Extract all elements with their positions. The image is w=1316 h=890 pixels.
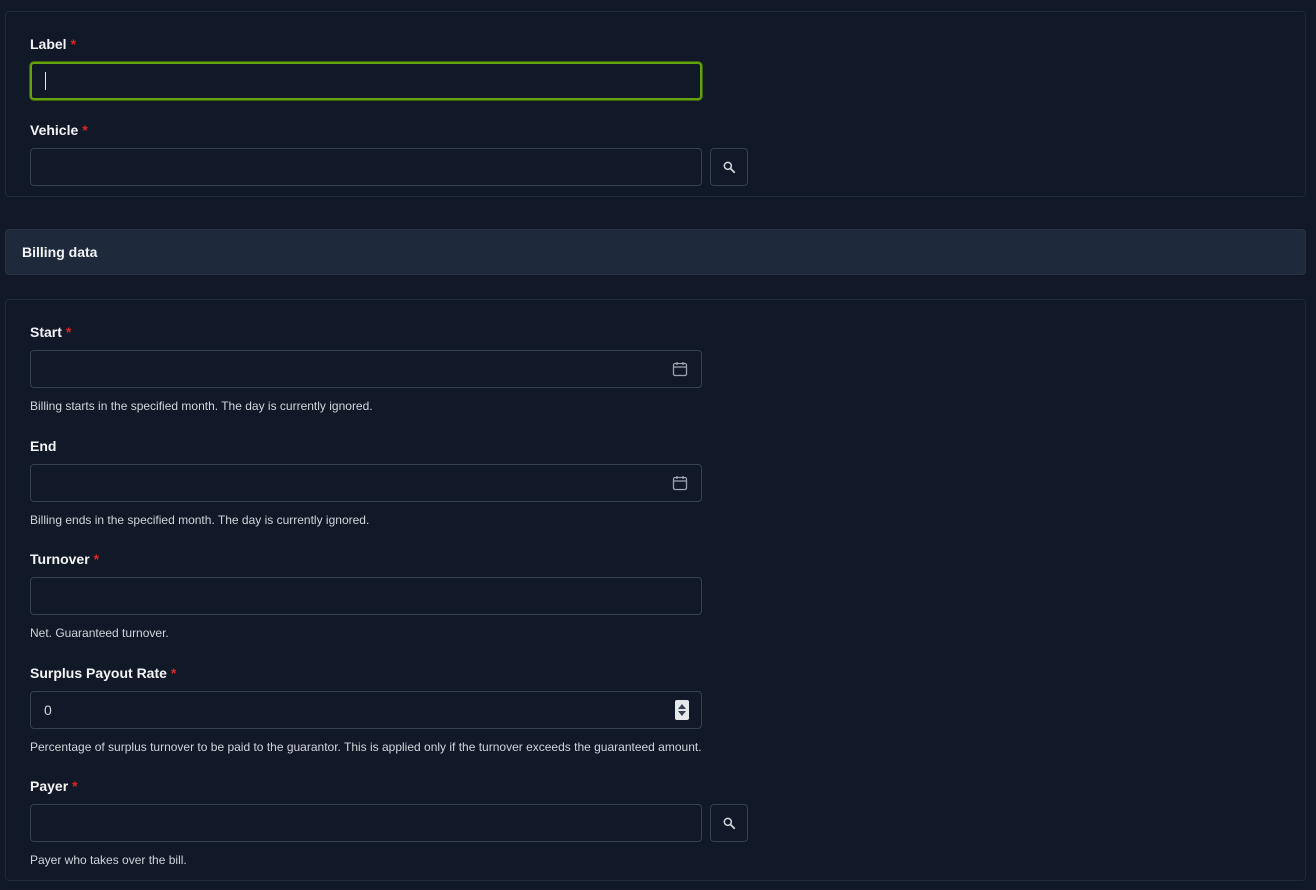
payer-help-text: Payer who takes over the bill. <box>30 853 187 867</box>
search-icon <box>723 161 736 174</box>
billing-section-title: Billing data <box>22 244 98 260</box>
calendar-icon[interactable] <box>672 475 688 491</box>
required-marker: * <box>82 122 88 138</box>
required-marker: * <box>72 778 78 794</box>
number-stepper[interactable] <box>675 700 689 720</box>
end-help-text: Billing ends in the specified month. The… <box>30 513 370 527</box>
surplus-rate-field-group: Surplus Payout Rate * 0 Percentage of sur… <box>30 664 702 754</box>
required-marker: * <box>65 324 72 340</box>
start-field-group: Start * Billing starts in the specified m… <box>30 323 702 413</box>
label-field-group: Label * <box>30 35 702 100</box>
payer-field-group: Payer * Payer who takes over the bill. <box>30 777 748 867</box>
surplus-rate-input[interactable]: 0 <box>30 691 702 729</box>
surplus-rate-help-text: Percentage of surplus turnover to be pai… <box>30 740 702 754</box>
payer-search-button[interactable] <box>710 804 748 842</box>
end-date-input[interactable] <box>30 464 702 502</box>
label-input[interactable] <box>30 62 702 100</box>
stepper-up-icon[interactable] <box>678 704 686 709</box>
required-marker: * <box>170 665 177 681</box>
vehicle-search-button[interactable] <box>710 148 748 186</box>
surplus-rate-value: 0 <box>44 702 52 718</box>
stepper-down-icon[interactable] <box>678 711 686 716</box>
search-icon <box>723 817 736 830</box>
start-field-label: Start * <box>30 324 72 340</box>
billing-section-header[interactable]: Billing data <box>5 229 1306 275</box>
end-field-group: End Billing ends in the specified month.… <box>30 437 702 527</box>
payer-input[interactable] <box>30 804 702 842</box>
vehicle-field-group: Vehicle * <box>30 121 748 186</box>
calendar-icon[interactable] <box>672 361 688 377</box>
start-date-input[interactable] <box>30 350 702 388</box>
end-field-label: End <box>30 438 57 454</box>
vehicle-input[interactable] <box>30 148 702 186</box>
required-marker: * <box>93 551 100 567</box>
required-marker: * <box>70 36 77 52</box>
turnover-help-text: Net. Guaranteed turnover. <box>30 626 169 640</box>
payer-field-label: Payer * <box>30 778 78 794</box>
turnover-field-label: Turnover * <box>30 551 100 567</box>
start-help-text: Billing starts in the specified month. T… <box>30 399 373 413</box>
label-field-label: Label * <box>30 36 77 52</box>
vehicle-field-label: Vehicle * <box>30 122 88 138</box>
text-caret <box>45 72 46 90</box>
turnover-field-group: Turnover * Net. Guaranteed turnover. <box>30 550 702 640</box>
turnover-input[interactable] <box>30 577 702 615</box>
surplus-rate-field-label: Surplus Payout Rate * <box>30 665 177 681</box>
